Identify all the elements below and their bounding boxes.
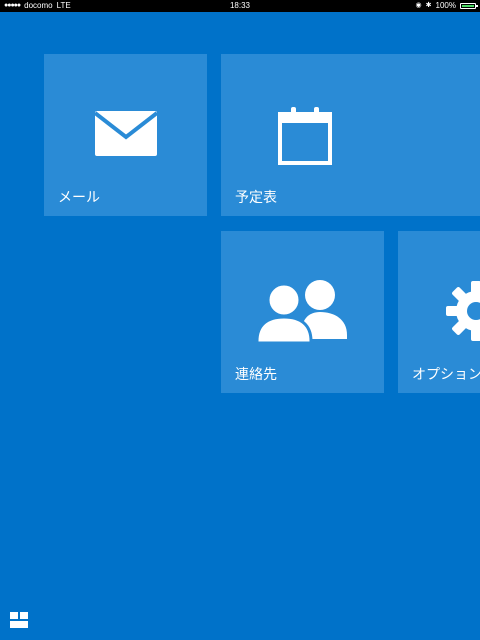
mail-tile[interactable]: メール [44,54,207,216]
calendar-icon [278,107,332,165]
battery-tip [476,5,478,7]
gear-icon [446,281,480,341]
contacts-tile-label: 連絡先 [235,367,277,383]
tile-grid-icon[interactable] [10,612,28,628]
mail-icon [95,111,157,156]
status-time: 18:33 [229,1,251,10]
rotation-lock-icon: ◉ [415,2,422,9]
battery-level-fill [462,5,474,7]
status-bar: ●●●●● docomo LTE 18:33 ◉ ✱ 100% [0,0,480,12]
battery-percent: 100% [435,1,456,10]
battery-icon [460,3,478,9]
options-tile[interactable]: オプション [398,231,480,393]
calendar-tile[interactable]: 予定表 2 [221,54,480,216]
status-right: ◉ ✱ 100% [415,0,478,12]
app-screen: ●●●●● docomo LTE 18:33 ◉ ✱ 100% メール 予定表 … [0,0,480,640]
options-tile-label: オプション [412,367,480,383]
calendar-tile-label: 予定表 [235,190,277,206]
contacts-tile[interactable]: 連絡先 [221,231,384,393]
people-icon [257,280,347,343]
mail-tile-label: メール [58,190,100,206]
bluetooth-icon: ✱ [425,2,432,9]
